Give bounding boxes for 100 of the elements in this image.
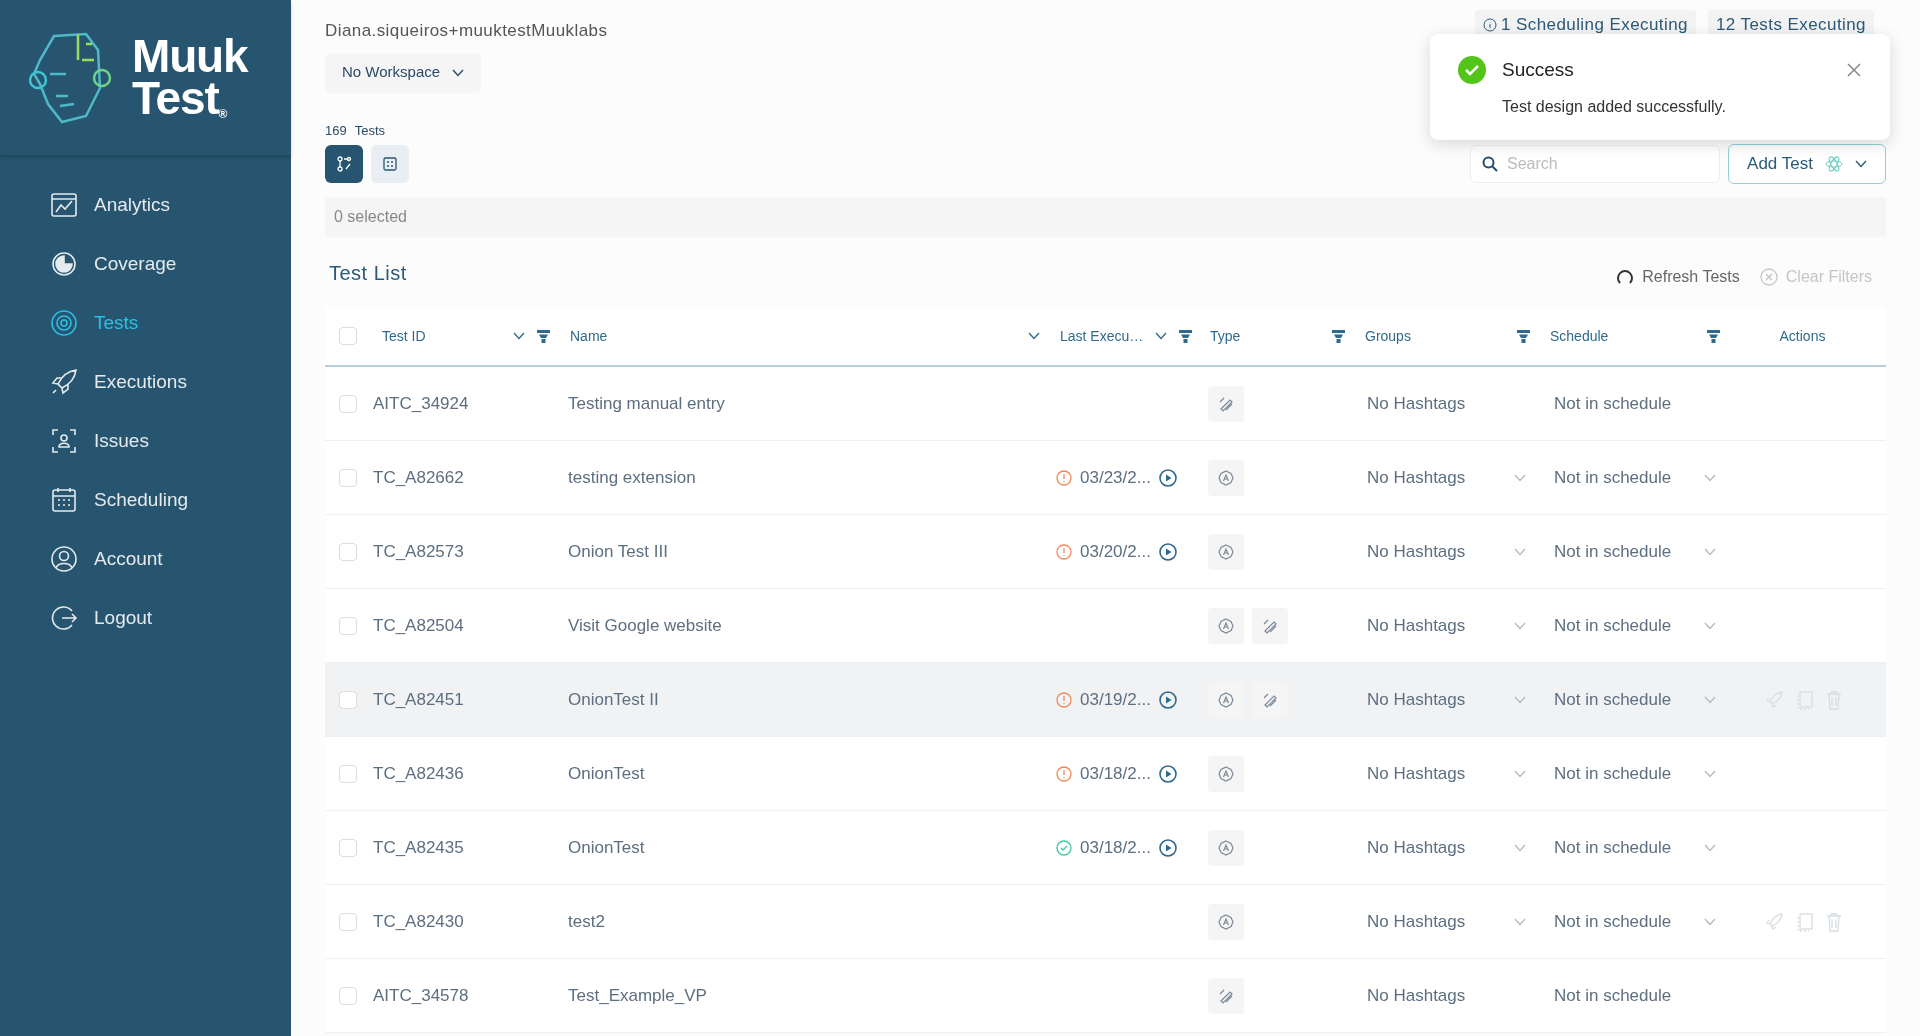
chevron-down-icon[interactable] — [1514, 473, 1526, 482]
pencil-icon — [1208, 385, 1244, 422]
test-name[interactable]: Test_Example_VP — [568, 985, 707, 1005]
chevron-down-icon[interactable] — [1514, 843, 1526, 852]
filter-icon[interactable] — [537, 329, 550, 343]
sort-icon[interactable] — [1028, 332, 1040, 340]
column-header[interactable]: Groups — [1365, 325, 1411, 347]
rocket-icon[interactable] — [1764, 911, 1784, 932]
column-header[interactable]: Type — [1210, 325, 1241, 347]
test-count: 169 — [325, 121, 347, 140]
test-id: TC_A82430 — [373, 911, 464, 931]
sidebar-item[interactable]: Executions — [0, 362, 291, 402]
chevron-down-icon[interactable] — [1514, 695, 1526, 704]
play-icon[interactable] — [1158, 690, 1177, 709]
sidebar-item[interactable]: Account — [0, 539, 291, 579]
groups-value[interactable]: No Hashtags — [1367, 760, 1466, 787]
sidebar-item[interactable]: Coverage — [0, 244, 291, 284]
sidebar-item[interactable]: Scheduling — [0, 480, 291, 520]
sidebar-item[interactable]: Logout — [0, 598, 291, 638]
search-field[interactable]: Search — [1470, 145, 1720, 183]
rocket-icon[interactable] — [1764, 689, 1784, 710]
row-checkbox[interactable] — [338, 838, 357, 857]
schedule-value[interactable]: Not in schedule — [1554, 834, 1672, 861]
trash-icon[interactable] — [1826, 911, 1842, 932]
close-icon[interactable] — [1846, 62, 1862, 79]
filter-icon[interactable] — [1517, 329, 1530, 343]
test-name[interactable]: test2 — [568, 911, 605, 931]
row-checkbox[interactable] — [338, 690, 357, 709]
test-name[interactable]: OnionTest — [568, 837, 645, 857]
row-checkbox[interactable] — [338, 468, 357, 487]
select-all-checkbox[interactable] — [338, 327, 357, 345]
schedule-value[interactable]: Not in schedule — [1554, 908, 1672, 935]
schedule-value[interactable]: Not in schedule — [1554, 538, 1672, 565]
row-checkbox[interactable] — [338, 616, 357, 635]
schedule-value[interactable]: Not in schedule — [1554, 464, 1672, 491]
groups-value[interactable]: No Hashtags — [1367, 686, 1466, 713]
groups-value[interactable]: No Hashtags — [1367, 908, 1466, 935]
clear-icon — [1759, 268, 1778, 286]
row-checkbox[interactable] — [338, 764, 357, 783]
test-name[interactable]: OnionTest — [568, 763, 645, 783]
test-id: AITC_34578 — [373, 985, 469, 1005]
row-checkbox[interactable] — [338, 542, 357, 561]
sidebar-item[interactable]: Issues — [0, 421, 291, 461]
sort-icon[interactable] — [513, 332, 525, 340]
test-name[interactable]: OnionTest II — [568, 689, 659, 709]
play-icon[interactable] — [1158, 468, 1177, 487]
refresh-tests-button[interactable]: Refresh Tests — [1616, 265, 1740, 289]
row-checkbox[interactable] — [338, 986, 357, 1005]
groups-value[interactable]: No Hashtags — [1367, 834, 1466, 861]
sort-icon[interactable] — [1155, 332, 1168, 340]
execution-date: 03/19/2... — [1080, 688, 1151, 711]
play-icon[interactable] — [1158, 764, 1177, 783]
schedule-value[interactable]: Not in schedule — [1554, 612, 1672, 639]
schedule-value[interactable]: Not in schedule — [1554, 686, 1672, 713]
groups-value[interactable]: No Hashtags — [1367, 612, 1466, 639]
chevron-down-icon — [1854, 160, 1867, 168]
badge-icon — [1208, 533, 1244, 570]
column-header[interactable]: Actions — [1779, 325, 1826, 347]
workspace-dropdown[interactable]: No Workspace — [325, 52, 482, 93]
grid-view-button[interactable] — [371, 145, 409, 183]
test-name[interactable]: testing extension — [568, 467, 696, 487]
test-count-label: Tests — [354, 121, 386, 140]
groups-value[interactable]: No Hashtags — [1367, 538, 1466, 565]
column-header[interactable]: Name — [570, 325, 608, 347]
chevron-down-icon[interactable] — [1514, 769, 1526, 778]
chevron-down-icon[interactable] — [1514, 917, 1526, 926]
schedule-value[interactable]: Not in schedule — [1554, 760, 1672, 787]
play-icon[interactable] — [1158, 838, 1177, 857]
flow-view-button[interactable] — [325, 145, 363, 183]
chevron-down-icon[interactable] — [1514, 547, 1526, 556]
copy-icon[interactable] — [1796, 911, 1814, 932]
badge-icon — [1208, 829, 1244, 866]
user-icon — [50, 545, 78, 573]
column-header[interactable]: Last Execu… — [1060, 325, 1144, 347]
add-test-button[interactable]: Add Test — [1728, 144, 1886, 184]
search-icon — [1482, 156, 1498, 172]
table-row[interactable]: TC_A82451 OnionTest II 03/19/2... No Hashtags Not in schedule — [325, 663, 1886, 737]
groups-value[interactable]: No Hashtags — [1367, 464, 1466, 491]
row-checkbox[interactable] — [338, 394, 357, 413]
test-name[interactable]: Visit Google website — [568, 615, 722, 635]
column-header[interactable]: Test ID — [382, 325, 426, 347]
toast-message: Test design added successfully. — [1501, 96, 1727, 117]
test-name[interactable]: Testing manual entry — [568, 393, 725, 413]
play-icon[interactable] — [1158, 542, 1177, 561]
chevron-down-icon — [1704, 621, 1716, 630]
filter-icon[interactable] — [1332, 329, 1345, 343]
filter-icon[interactable] — [1707, 329, 1720, 343]
row-checkbox[interactable] — [338, 912, 357, 931]
chart-icon — [50, 191, 78, 219]
sidebar-item[interactable]: Tests — [0, 303, 291, 343]
column-header[interactable]: Schedule — [1550, 325, 1609, 347]
logo-text: Test® — [132, 77, 227, 119]
pie-icon — [50, 250, 78, 278]
warning-icon — [1056, 765, 1072, 782]
test-name[interactable]: Onion Test III — [568, 541, 668, 561]
trash-icon[interactable] — [1826, 689, 1842, 710]
chevron-down-icon[interactable] — [1514, 621, 1526, 630]
sidebar-item[interactable]: Analytics — [0, 185, 291, 225]
success-icon — [1458, 56, 1486, 85]
filter-icon[interactable] — [1179, 329, 1193, 343]
